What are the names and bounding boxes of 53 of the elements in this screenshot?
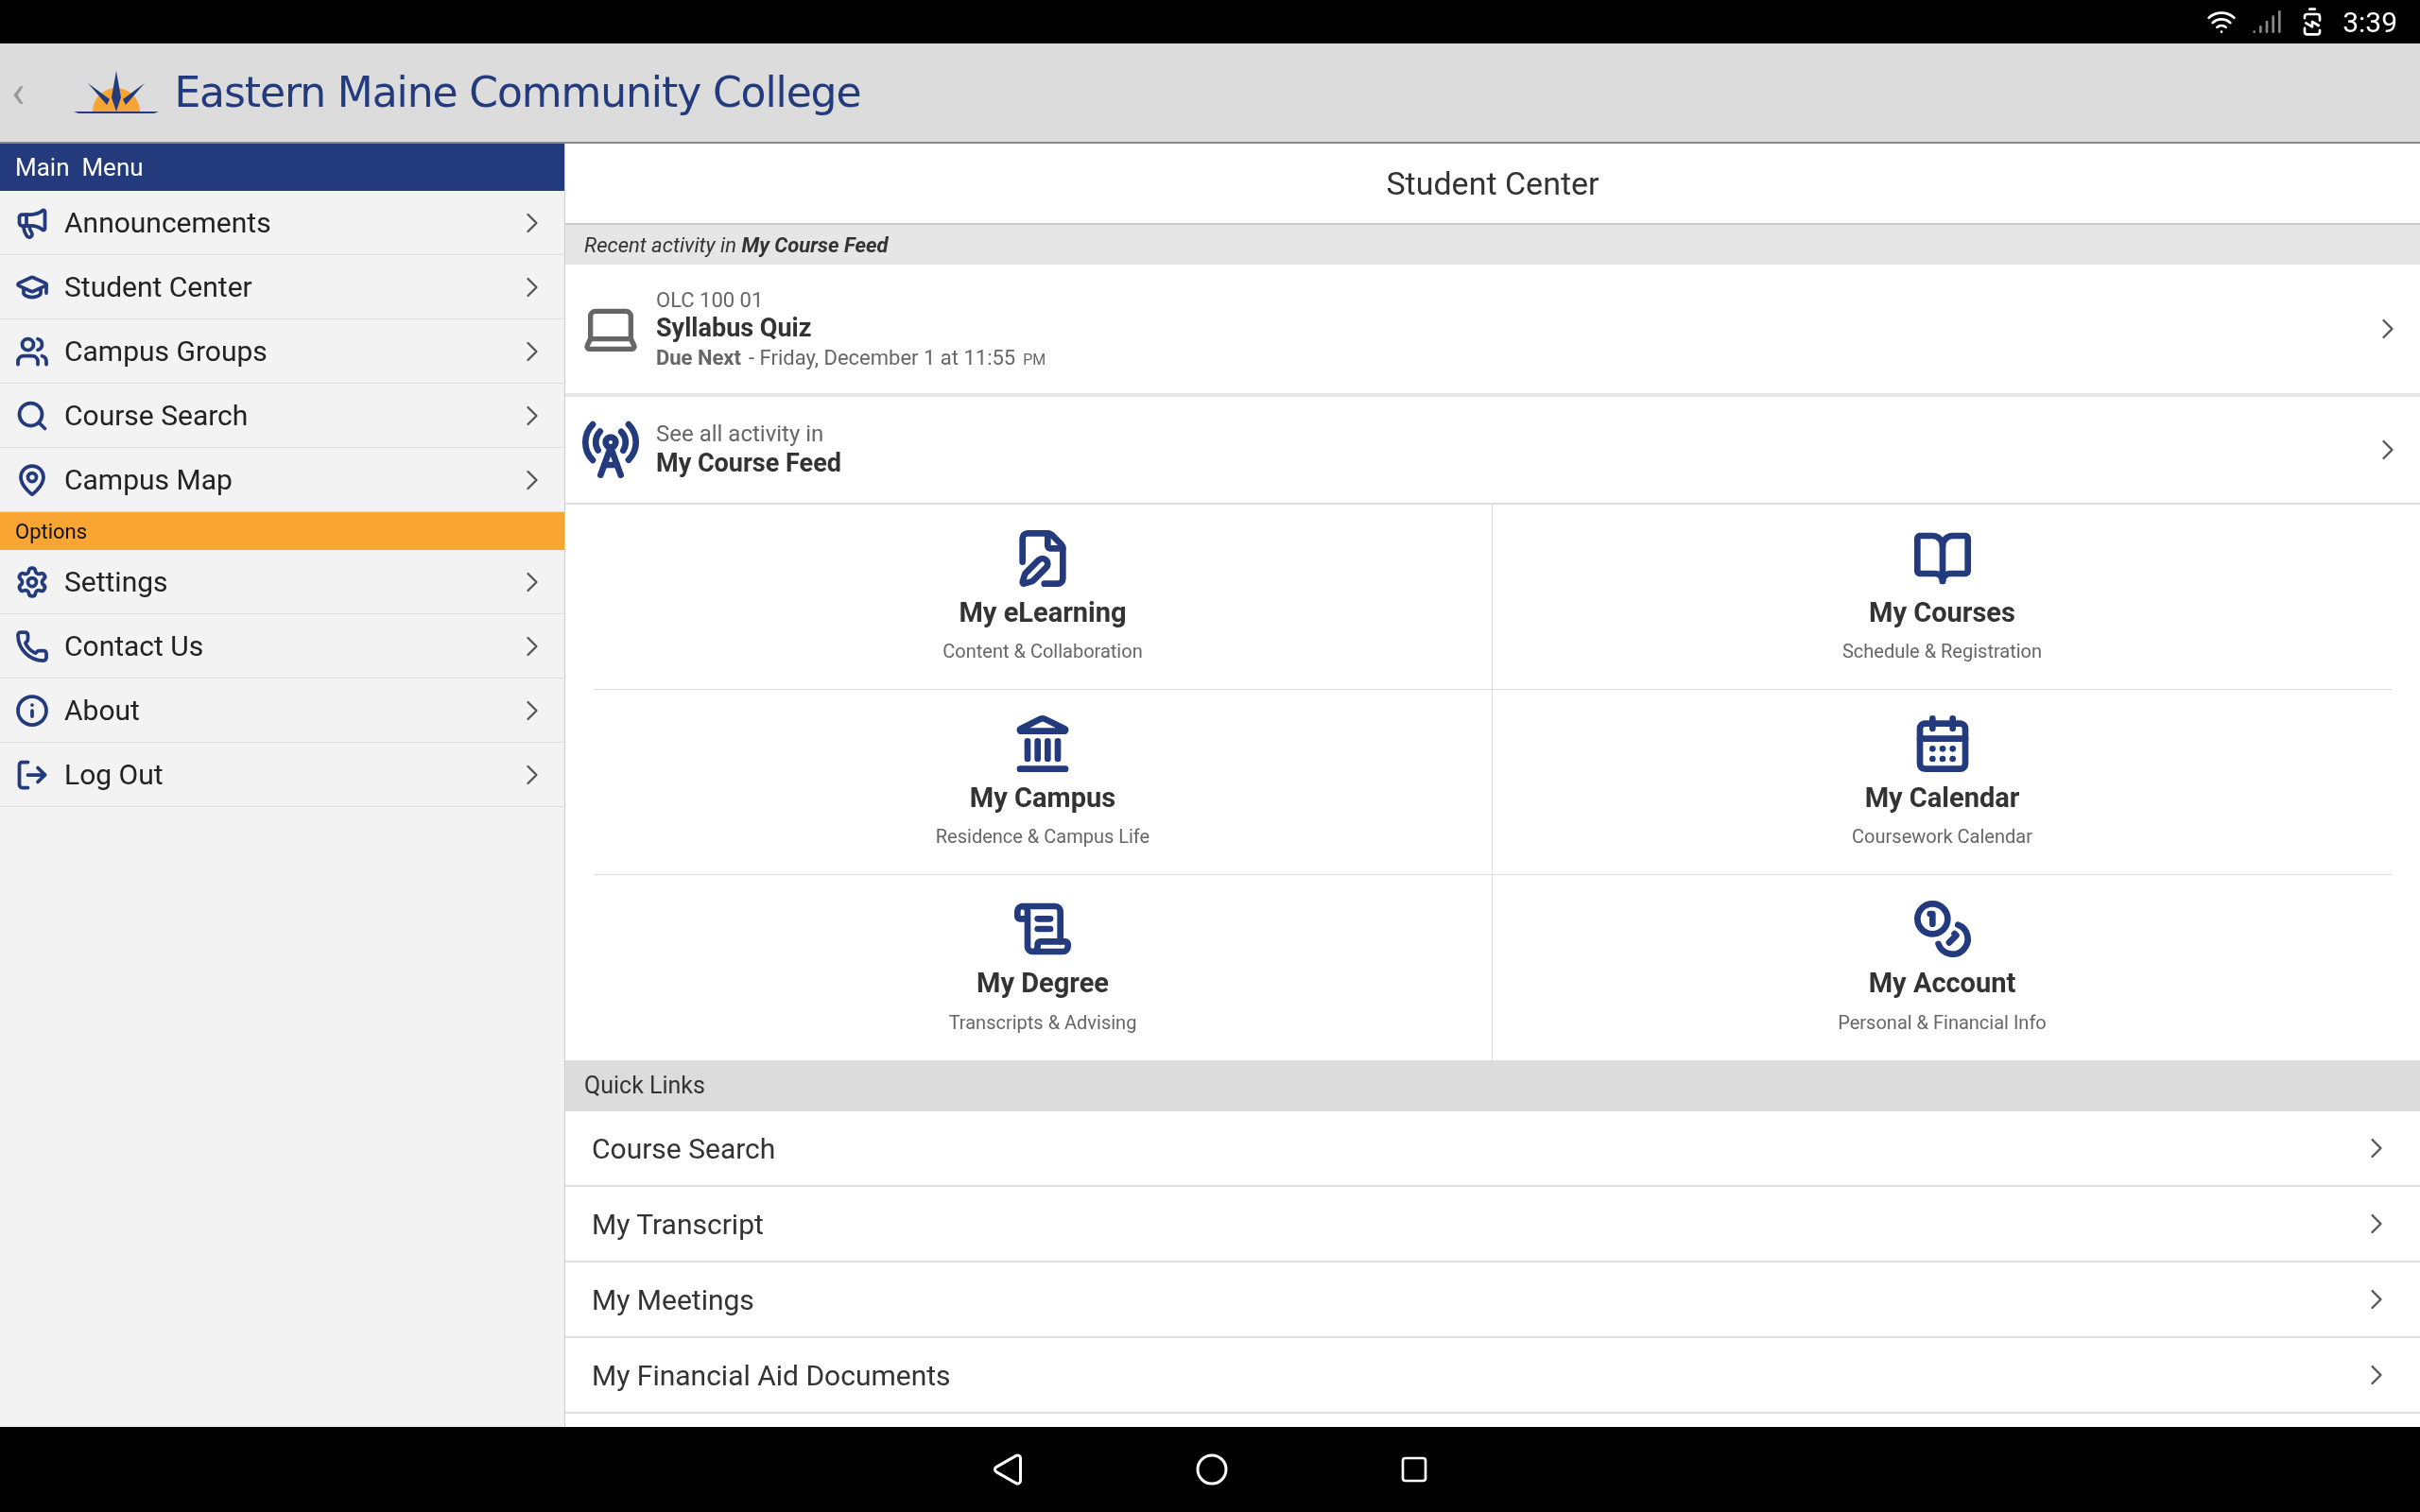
overview-icon[interactable] [1399,1454,1429,1485]
dashboard-tile[interactable]: My Account Personal & Financial Info [1493,875,2392,1060]
tile-title: My Courses [1869,594,2015,630]
tile-subtitle: Residence & Campus Life [935,824,1150,850]
menu-item[interactable]: Course Search [0,384,564,448]
due-time-suffix: PM [1023,350,1046,369]
phone-icon [15,628,49,663]
dashboard-tile[interactable]: My eLearning Content & Collaboration [594,505,1493,690]
section-title: Options [15,518,88,545]
menu-item[interactable]: Student Center [0,255,564,319]
menu-item[interactable]: About [0,679,564,743]
activity-title: Syllabus Quiz [656,313,813,345]
menu-item[interactable]: Log Out [0,743,564,807]
coins-icon [1911,899,1973,960]
back-icon[interactable] [991,1452,1025,1486]
tile-title: My eLearning [959,594,1127,630]
settings-icon [15,564,49,599]
tile-title: My Account [1868,966,2016,1002]
tile-subtitle: Content & Collaboration [942,639,1143,665]
tile-subtitle: Coursework Calendar [1852,824,2032,850]
menu-item[interactable]: Settings [0,550,564,614]
tile-subtitle: Personal & Financial Info [1838,1009,2047,1036]
page-title: Student Center [1386,163,1599,204]
home-icon[interactable] [1195,1452,1229,1486]
quick-link[interactable]: Course Search [565,1111,2420,1187]
course-code: OLC 100 01 [656,286,765,314]
feed-row[interactable]: See all activity in My Course Feed [565,397,2420,505]
activity-row[interactable]: OLC 100 01 Syllabus Quiz Due Next - Friday, December 1 at 11:55 PM [565,265,2420,397]
dashboard-tile[interactable]: My Courses Schedule & Registration [1493,505,2392,690]
tile-subtitle: Schedule & Registration [1841,639,2043,665]
tile-title: My Degree [977,966,1109,1002]
clock-time: 3:39 [2342,4,2397,41]
section-title: Main Menu [15,151,144,183]
quick-link[interactable]: My Meetings [565,1263,2420,1338]
tile-title: My Campus [969,780,1116,816]
feed-caption: See all activity in [656,420,825,449]
menu-item[interactable]: Campus Groups [0,319,564,384]
due-label: Due Next [656,344,741,371]
tile-title: My Calendar [1864,780,2020,816]
tile-subtitle: Transcripts & Advising [948,1009,1137,1036]
feed-title: My Course Feed [656,448,842,480]
radio-tower-icon [580,420,641,480]
section-title: Quick Links [584,1071,705,1102]
college-name: Eastern Maine Community College [174,67,861,118]
quick-link[interactable]: My Transcript [565,1187,2420,1263]
info-icon [15,693,49,728]
section-title: Recent activity in My Course Feed [584,232,889,259]
dashboard-tile[interactable]: My Calendar Coursework Calendar [1493,690,2392,875]
due-date: - Friday, December 1 at 11:55 [749,344,1016,371]
quick-link[interactable]: My Financial Aid Documents [565,1338,2420,1414]
dashboard-tile[interactable]: My Campus Residence & Campus Life [594,690,1493,875]
menu-item[interactable]: Announcements [0,191,564,255]
menu-item[interactable]: Contact Us [0,614,564,679]
